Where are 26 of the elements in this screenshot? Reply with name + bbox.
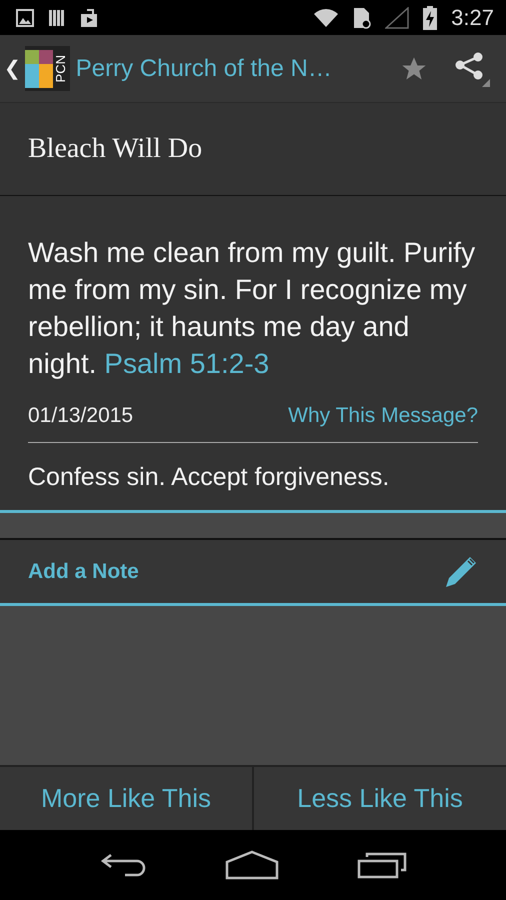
battery-icon xyxy=(423,6,438,30)
back-nav-icon[interactable] xyxy=(99,851,147,879)
message-date: 01/13/2015 xyxy=(28,404,134,428)
barcode-icon xyxy=(48,8,66,26)
wifi-icon xyxy=(313,8,340,28)
takeaway-text: Confess sin. Accept forgiveness. xyxy=(28,462,390,493)
logo-text: PCN xyxy=(54,54,68,82)
image-icon xyxy=(16,8,34,26)
why-message-link[interactable]: Why This Message? xyxy=(288,404,478,428)
signal-icon xyxy=(385,6,410,28)
verse-text: Wash me clean from my guilt. Purify me from my sin. For I recognize my rebellion; it haunts me day and night. Psalm 51:2-3 xyxy=(28,236,476,381)
app-title: Perry Church of the N… xyxy=(76,54,333,82)
feedback-button[interactable]: More Like This xyxy=(0,767,252,830)
home-nav-icon[interactable] xyxy=(225,850,279,880)
sim-card-icon xyxy=(353,6,372,28)
clock-time: 3:27 xyxy=(451,4,494,30)
add-note-row[interactable]: Add a Note xyxy=(0,540,506,606)
logo-mark-icon xyxy=(24,50,53,88)
feedback-button[interactable]: Less Like This xyxy=(254,767,506,830)
back-icon[interactable]: ❮ xyxy=(4,56,21,81)
pencil-icon xyxy=(444,554,478,588)
add-note-label: Add a Note xyxy=(28,560,139,584)
verse-reference-link[interactable]: Psalm 51:2-3 xyxy=(104,348,270,379)
share-icon xyxy=(454,50,490,86)
recent-apps-icon[interactable] xyxy=(357,851,407,879)
message-title: Bleach Will Do xyxy=(28,133,202,165)
